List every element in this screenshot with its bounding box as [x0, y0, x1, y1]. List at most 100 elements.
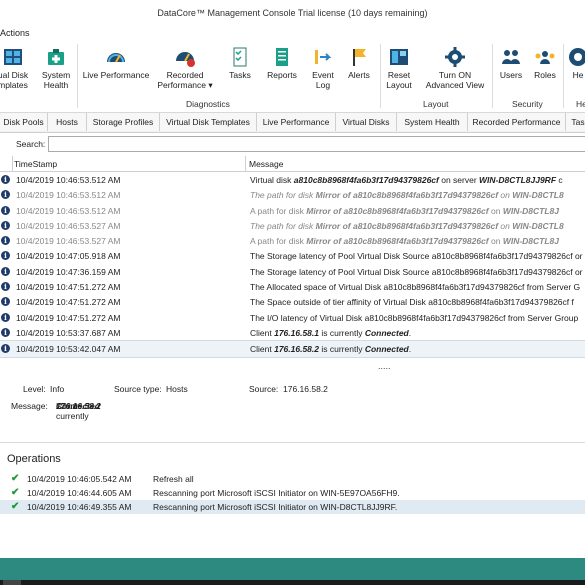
message-part: a810c8b8968f4fa6b3f17d94379826cf: [293, 175, 439, 185]
system-health-button[interactable]: System Health: [38, 42, 74, 98]
log-message: Client 176.16.58.2 is currently Connecte…: [250, 344, 585, 354]
tab-system-health[interactable]: System Health: [397, 113, 468, 131]
log-message: The path for disk Mirror of a810c8b8968f…: [250, 190, 585, 200]
info-icon: i: [1, 327, 10, 337]
rb-label: ual Disk mplates: [0, 70, 29, 90]
message-part: Connected: [56, 401, 100, 411]
message-part: WIN-D8CTL8J: [502, 205, 560, 216]
message-part: WIN-D8CTL8: [512, 190, 564, 201]
rb-label: System Health: [41, 70, 71, 90]
roles-button[interactable]: Roles: [530, 42, 560, 98]
column-timestamp[interactable]: TimeStamp: [14, 159, 57, 169]
ribbon: ual Disk mplates System Health Live Perf…: [0, 42, 585, 113]
info-icon: i: [1, 220, 10, 230]
message-part: on: [498, 190, 513, 201]
log-row[interactable]: i 10/4/2019 10:47:51.272 AM The I/O latenc…: [0, 310, 585, 325]
divider: [77, 44, 78, 108]
log-row[interactable]: i 10/4/2019 10:53:37.687 AM Client 176.16.…: [0, 325, 585, 340]
tab-storage-profiles[interactable]: Storage Profiles: [87, 113, 160, 131]
reset-layout-button[interactable]: Reset Layout: [383, 42, 415, 98]
log-row[interactable]: i 10/4/2019 10:46:53.527 AM The path for d…: [0, 218, 585, 233]
menu-actions[interactable]: Actions: [0, 28, 30, 38]
info-icon: i: [1, 205, 10, 215]
log-row[interactable]: i 10/4/2019 10:47:36.159 AM The Storage la…: [0, 264, 585, 279]
log-row[interactable]: i 10/4/2019 10:46:53.512 AM A path for dis…: [0, 203, 585, 218]
operation-description: Rescanning port Microsoft iSCSI Initiato…: [153, 488, 400, 498]
message-part: .: [408, 327, 412, 338]
window-title: DataCore™ Management Console Trial licen…: [0, 0, 585, 26]
menu-bar: Actions: [0, 26, 585, 42]
message-part: The path for disk: [250, 190, 316, 201]
flag-icon: [353, 49, 366, 66]
operation-row[interactable]: ✔ 10/4/2019 10:46:44.605 AM Rescanning por…: [0, 486, 585, 500]
group-label-help: He: [576, 99, 585, 109]
log-timestamp: 10/4/2019 10:47:51.272 AM: [16, 312, 121, 323]
operation-row[interactable]: ✔ 10/4/2019 10:46:05.542 AM Refresh all: [0, 472, 585, 486]
tab-hosts[interactable]: Hosts: [48, 113, 87, 131]
advanced-view-button[interactable]: Turn ON Advanced View: [421, 42, 489, 98]
message-part: is currently: [319, 344, 365, 355]
log-row[interactable]: i 10/4/2019 10:53:42.047 AM Client 176.16.…: [0, 340, 585, 358]
operation-row[interactable]: ✔ 10/4/2019 10:46:49.355 AM Rescanning por…: [0, 500, 585, 514]
log-message: A path for disk Mirror of a810c8b8968f4f…: [250, 206, 585, 216]
tab-virtual-disks[interactable]: Virtual Disks: [336, 113, 397, 131]
virtual-disk-templates-button[interactable]: ual Disk mplates: [0, 42, 32, 98]
rb-label: Roles: [534, 70, 556, 80]
reports-button[interactable]: Reports: [264, 42, 300, 98]
operation-description: Refresh all: [153, 474, 194, 484]
log-row[interactable]: i 10/4/2019 10:46:53.512 AM The path for d…: [0, 187, 585, 202]
tab-virtual-disk-templates[interactable]: Virtual Disk Templates: [160, 113, 257, 131]
rb-label: He: [572, 70, 584, 80]
log-row[interactable]: i 10/4/2019 10:47:51.272 AM The Allocated …: [0, 279, 585, 294]
message-part: .: [56, 401, 59, 411]
message-label: Message:: [11, 401, 48, 411]
log-message: The Space outside of tier affinity of Vi…: [250, 297, 585, 307]
message-part: The I/O latency of Virtual Disk a810c8b8…: [250, 312, 579, 323]
gear-icon: [445, 47, 465, 67]
event-log-button[interactable]: Event Log: [307, 42, 339, 98]
log-timestamp: 10/4/2019 10:47:51.272 AM: [16, 297, 121, 308]
log-row[interactable]: i 10/4/2019 10:46:53.512 AM Virtual disk a…: [0, 172, 585, 187]
users-button[interactable]: Users: [495, 42, 527, 98]
log-message: The Storage latency of Pool Virtual Disk…: [250, 251, 585, 261]
divider: [492, 44, 493, 108]
tab-disk-pools[interactable]: Disk Pools: [0, 113, 48, 131]
divider: [380, 44, 381, 108]
checkmark-icon: ✔: [11, 473, 20, 484]
help-button[interactable]: He: [566, 42, 585, 98]
source-label: Source:: [249, 384, 279, 394]
recorded-performance-button[interactable]: Recorded Performance ▾: [154, 42, 216, 98]
tab-recorded-performance[interactable]: Recorded Performance: [468, 113, 566, 131]
alerts-button[interactable]: Alerts: [343, 42, 375, 98]
checkmark-icon: ✔: [11, 501, 20, 512]
rb-label: Alerts: [348, 70, 370, 80]
message-part: 176.16.58.2: [274, 344, 319, 355]
divider: [12, 156, 13, 171]
rb-label: Recorded Performance ▾: [157, 70, 213, 90]
event-detail: Level: Info Source type: Hosts Source: 1…: [0, 378, 585, 421]
log-row[interactable]: i 10/4/2019 10:46:53.527 AM A path for dis…: [0, 233, 585, 248]
log-message: The Allocated space of Virtual Disk a810…: [250, 282, 585, 292]
source-value: 176.16.58.2: [283, 384, 328, 394]
tasks-button[interactable]: Tasks: [224, 42, 256, 98]
group-label-diagnostics: Diagnostics: [186, 99, 230, 109]
log-row[interactable]: i 10/4/2019 10:47:51.272 AM The Space outs…: [0, 294, 585, 309]
message-part: Mirror of a810c8b8968f4fa6b3f17d94379826…: [315, 220, 499, 231]
column-divider[interactable]: [245, 156, 246, 171]
live-performance-button[interactable]: Live Performance: [80, 42, 152, 98]
message-part: WIN-D8CTL8: [512, 220, 564, 231]
rb-label: Turn ON Advanced View: [425, 70, 485, 90]
log-timestamp: 10/4/2019 10:46:53.512 AM: [16, 190, 121, 201]
more-indicator[interactable]: .....: [378, 361, 391, 371]
info-icon: i: [1, 344, 10, 354]
checkmark-icon: ✔: [11, 487, 20, 498]
log-row[interactable]: i 10/4/2019 10:47:05.918 AM The Storage la…: [0, 248, 585, 263]
log-message: The path for disk Mirror of a810c8b8968f…: [250, 221, 585, 231]
level-label: Level:: [23, 384, 46, 394]
tab-tasks[interactable]: Tas: [566, 113, 585, 131]
virtual-disk-templates-icon: [4, 49, 22, 65]
start-button[interactable]: [3, 580, 21, 585]
tab-live-performance[interactable]: Live Performance: [257, 113, 336, 131]
search-input[interactable]: [48, 136, 585, 152]
column-message[interactable]: Message: [249, 159, 284, 169]
